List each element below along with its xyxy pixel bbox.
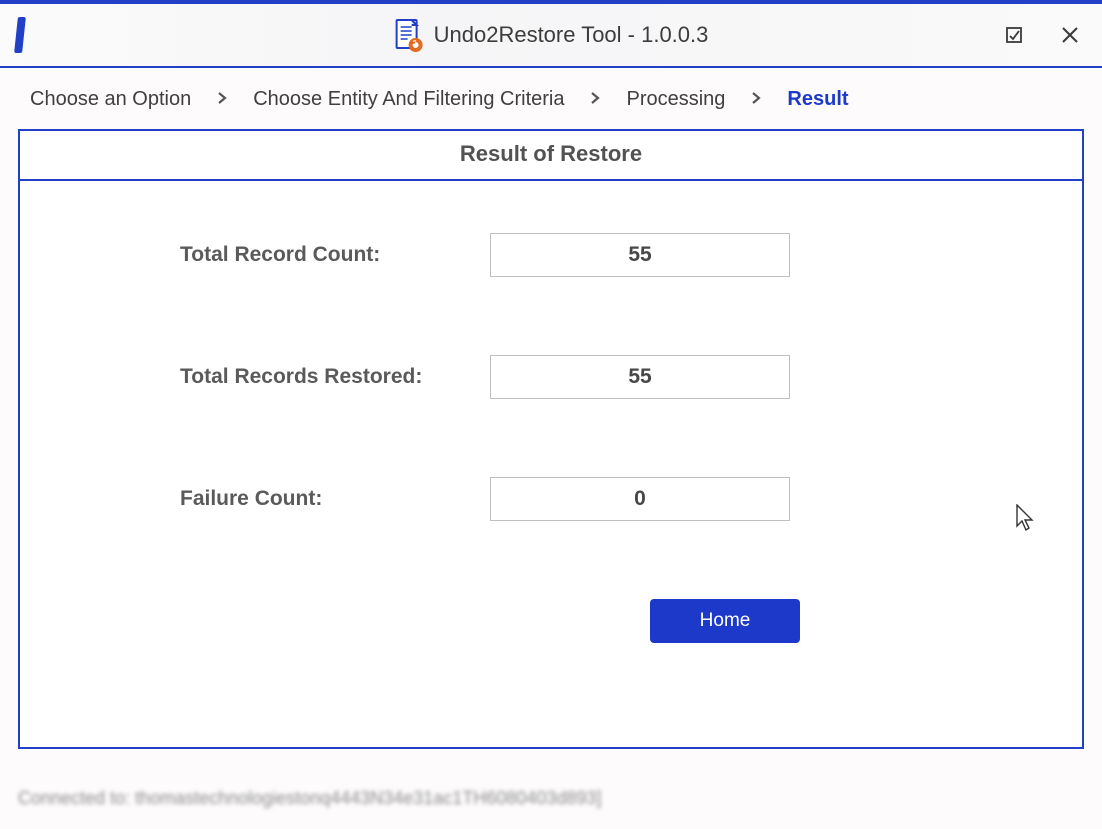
panel-header: Result of Restore (20, 131, 1082, 181)
label-total-records-restored: Total Records Restored: (20, 365, 490, 389)
chevron-right-icon (215, 88, 229, 111)
breadcrumb-step-result: Result (787, 88, 848, 111)
breadcrumb-step-processing[interactable]: Processing (626, 88, 725, 111)
app-title: Undo2Restore Tool - 1.0.0.3 (434, 22, 709, 48)
label-failure-count: Failure Count: (20, 487, 490, 511)
breadcrumb-step-choose-entity[interactable]: Choose Entity And Filtering Criteria (253, 88, 564, 111)
row-total-records-restored: Total Records Restored: 55 (20, 355, 1082, 399)
chevron-right-icon (588, 88, 602, 111)
breadcrumb: Choose an Option Choose Entity And Filte… (0, 68, 1102, 129)
result-rows: Total Record Count: 55 Total Records Res… (20, 181, 1082, 643)
close-window-button[interactable] (1056, 21, 1084, 49)
chevron-right-icon (749, 88, 763, 111)
app-logo-icon (16, 17, 44, 53)
result-panel: Result of Restore Total Record Count: 55… (18, 129, 1084, 749)
title-area: Undo2Restore Tool - 1.0.0.3 (394, 18, 709, 52)
value-total-records-restored: 55 (490, 355, 790, 399)
breadcrumb-step-choose-option[interactable]: Choose an Option (30, 88, 191, 111)
titlebar: Undo2Restore Tool - 1.0.0.3 (0, 0, 1102, 68)
restore-window-button[interactable] (1000, 21, 1028, 49)
row-failure-count: Failure Count: 0 (20, 477, 1082, 521)
window-controls (1000, 4, 1084, 66)
document-restore-icon (394, 18, 424, 52)
value-total-record-count: 55 (490, 233, 790, 277)
home-button[interactable]: Home (650, 599, 800, 643)
row-total-record-count: Total Record Count: 55 (20, 233, 1082, 277)
value-failure-count: 0 (490, 477, 790, 521)
label-total-record-count: Total Record Count: (20, 243, 490, 267)
status-connected-to: Connected to: thomastechnologiestonq4443… (18, 788, 601, 809)
